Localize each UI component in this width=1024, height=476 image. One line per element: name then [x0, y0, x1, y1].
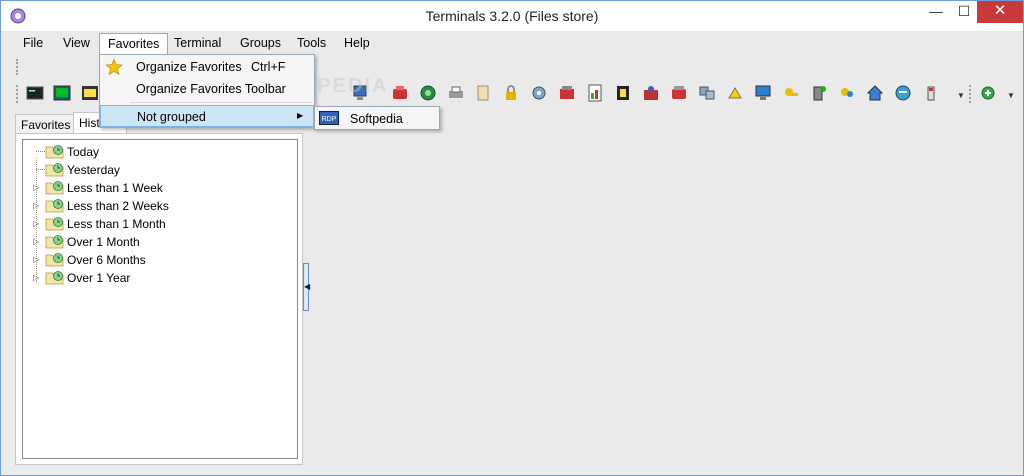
globe-green-icon[interactable]	[419, 84, 437, 102]
home-icon[interactable]	[866, 84, 884, 102]
menu-favorites[interactable]: Favorites	[99, 33, 169, 55]
printer-icon[interactable]	[447, 84, 465, 102]
settings-gear-icon[interactable]	[530, 84, 548, 102]
tree-connector	[36, 151, 45, 152]
tree-node-label: Over 1 Month	[67, 235, 140, 249]
panel-splitter[interactable]: ◀	[303, 263, 310, 311]
modem-red-icon[interactable]	[558, 84, 576, 102]
expand-arrow-icon[interactable]: ▷	[33, 237, 41, 246]
terminal-screen-icon[interactable]	[53, 84, 71, 102]
toolbar-overflow-icon[interactable]: ▼	[957, 91, 965, 100]
menu-help[interactable]: Help	[336, 33, 378, 55]
tree-node-label: Yesterday	[67, 163, 120, 177]
history-folder-icon	[45, 217, 64, 231]
keys-icon[interactable]	[782, 84, 800, 102]
organize-toolbar-item[interactable]: Organize Favorites Toolbar	[100, 78, 314, 100]
add-server-icon[interactable]	[810, 84, 828, 102]
menu-terminal[interactable]: Terminal	[166, 33, 229, 55]
credentials-icon[interactable]	[838, 84, 856, 102]
star-icon	[105, 58, 123, 76]
history-folder-icon	[45, 181, 64, 195]
film-icon[interactable]	[614, 84, 632, 102]
maximize-button[interactable]: ☐	[950, 1, 978, 23]
history-folder-icon	[45, 163, 64, 177]
title-bar: Terminals 3.2.0 (Files store) — ☐ ✕	[1, 1, 1023, 32]
history-folder-icon	[45, 271, 64, 285]
favorites-dropdown: Organize Favorites Ctrl+F Organize Favor…	[99, 54, 315, 128]
toolbar-grip[interactable]	[969, 85, 972, 103]
organize-favorites-item[interactable]: Organize Favorites Ctrl+F	[100, 56, 314, 78]
shield-brick-icon[interactable]	[642, 84, 660, 102]
history-tree[interactable]: Today Yesterday ▷ Less than 1 Week ▷ Less tha…	[22, 139, 298, 459]
menu-groups[interactable]: Groups	[232, 33, 289, 55]
submenu-arrow-icon: ▶	[297, 111, 304, 120]
menu-bar: File View Favorites Terminal Groups Tool…	[15, 33, 1015, 55]
tree-node-label: Today	[67, 145, 100, 159]
not-grouped-item[interactable]: Not grouped ▶	[100, 105, 314, 127]
organize-toolbar-label: Organize Favorites Toolbar	[136, 82, 286, 96]
rdp-icon: RDP	[319, 111, 339, 125]
tree-node-label: Over 1 Year	[67, 271, 131, 285]
history-folder-icon	[45, 145, 64, 159]
tab-favorites[interactable]: Favorites	[15, 114, 77, 135]
close-button[interactable]: ✕	[977, 1, 1023, 23]
tree-node-label: Less than 1 Week	[67, 181, 163, 195]
menu-view[interactable]: View	[55, 33, 98, 55]
phone-red-2-icon[interactable]	[670, 84, 688, 102]
network-share-icon[interactable]	[698, 84, 716, 102]
phone-red-icon[interactable]	[391, 84, 409, 102]
document-chart-icon[interactable]	[586, 84, 604, 102]
tree-node-label: Less than 1 Month	[67, 217, 166, 231]
capture-icon[interactable]	[81, 84, 99, 102]
tree-node-label: Less than 2 Weeks	[67, 199, 169, 213]
toolbar-grip[interactable]	[16, 59, 19, 75]
minimize-button[interactable]: —	[922, 1, 950, 23]
organize-favorites-shortcut: Ctrl+F	[251, 60, 286, 74]
not-grouped-submenu: RDP Softpedia	[314, 106, 440, 130]
add-circle-icon[interactable]	[979, 84, 997, 102]
toolbar-grip[interactable]	[16, 85, 19, 103]
history-folder-icon	[45, 253, 64, 267]
tree-connector	[36, 169, 45, 170]
tree-node-label: Over 6 Months	[67, 253, 146, 267]
collapse-arrow-icon[interactable]: ◀	[304, 282, 310, 291]
history-panel: Today Yesterday ▷ Less than 1 Week ▷ Less tha…	[15, 133, 303, 465]
menu-separator	[130, 102, 312, 103]
expand-arrow-icon[interactable]: ▷	[33, 273, 41, 282]
softpedia-favorite-item[interactable]: Softpedia	[350, 112, 403, 126]
app-window: Terminals 3.2.0 (Files store) — ☐ ✕ File…	[0, 0, 1024, 476]
warning-icon[interactable]	[726, 84, 744, 102]
console-icon[interactable]	[26, 84, 44, 102]
expand-arrow-icon[interactable]: ▷	[33, 255, 41, 264]
window-title: Terminals 3.2.0 (Files store)	[425, 8, 599, 24]
organize-favorites-label: Organize Favorites	[136, 60, 242, 74]
monitor-green-icon[interactable]	[754, 84, 772, 102]
expand-arrow-icon[interactable]: ▷	[33, 219, 41, 228]
expand-arrow-icon[interactable]: ▷	[33, 201, 41, 210]
history-folder-icon	[45, 199, 64, 213]
not-grouped-label: Not grouped	[137, 110, 206, 124]
scroll-icon[interactable]	[474, 84, 492, 102]
history-folder-icon	[45, 235, 64, 249]
lock-icon[interactable]	[502, 84, 520, 102]
network-globe-icon[interactable]	[894, 84, 912, 102]
tower-icon[interactable]	[922, 84, 940, 102]
expand-arrow-icon[interactable]: ▷	[33, 183, 41, 192]
toolbar-overflow-2-icon[interactable]: ▼	[1007, 91, 1015, 100]
menu-file[interactable]: File	[15, 33, 51, 55]
menu-tools[interactable]: Tools	[289, 33, 334, 55]
svg-text:RDP: RDP	[322, 116, 337, 123]
